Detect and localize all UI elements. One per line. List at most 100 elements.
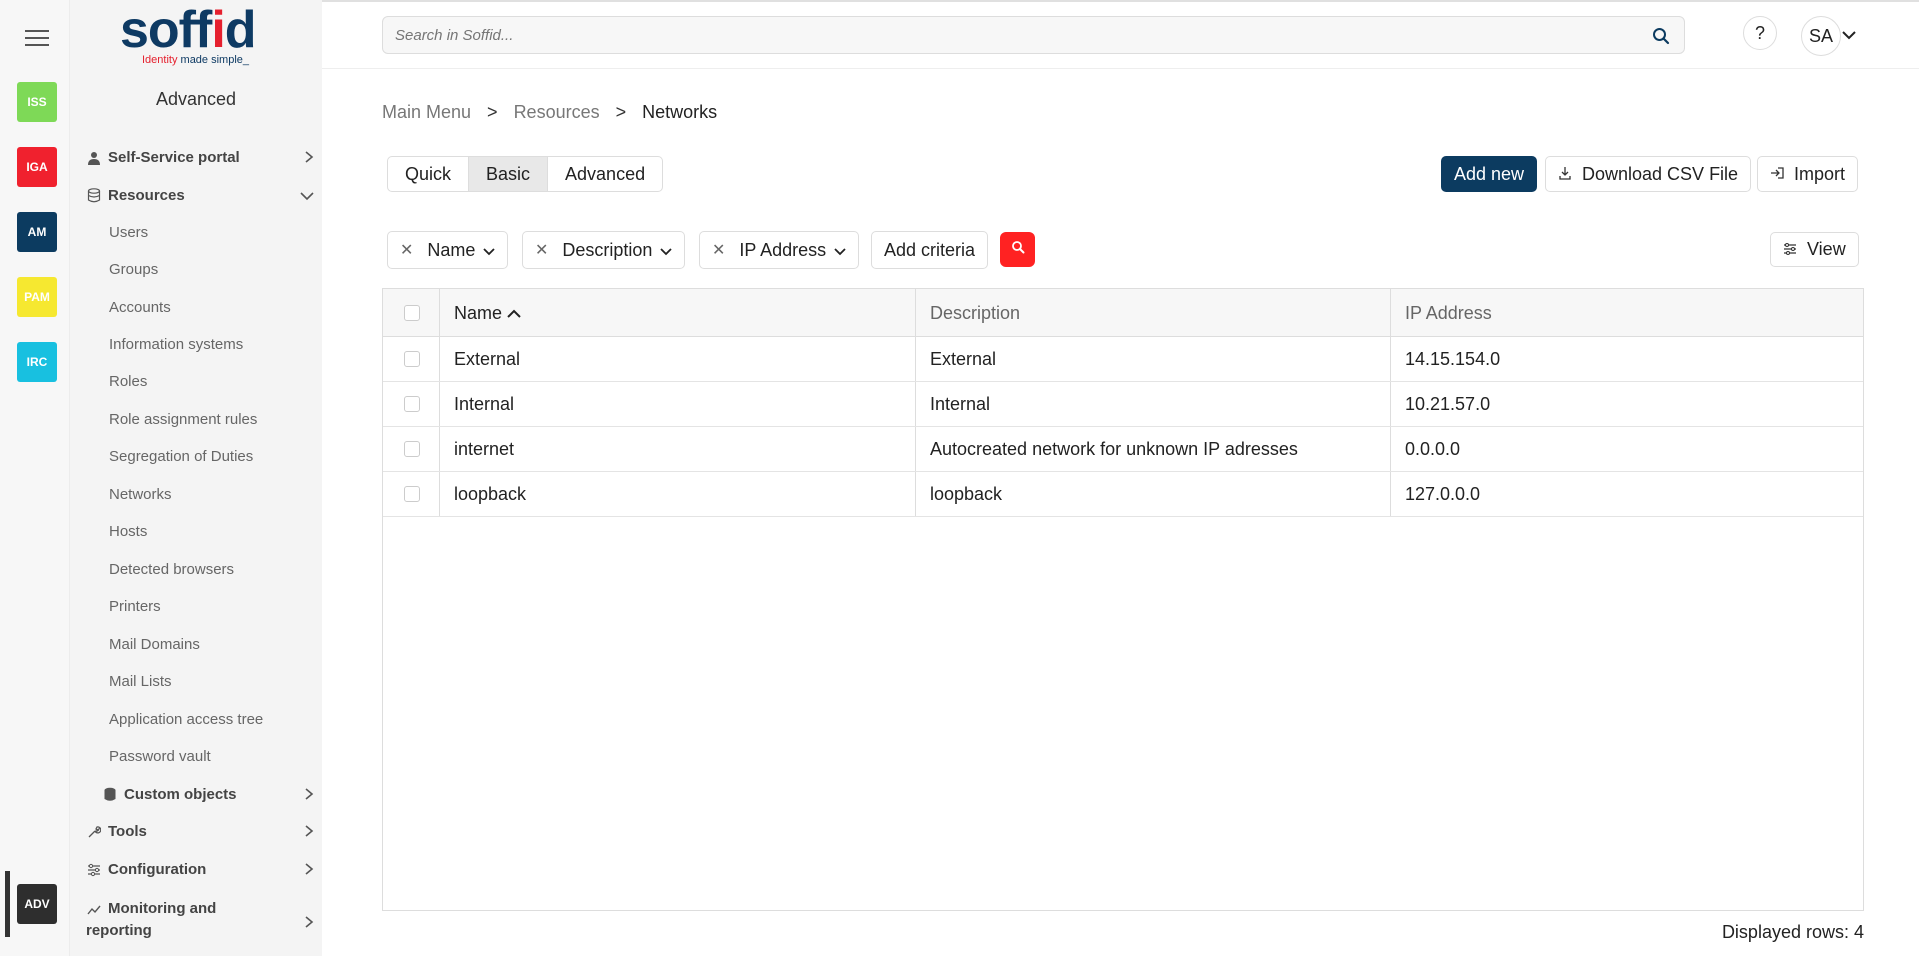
column-header-ip-address[interactable]: IP Address: [1405, 289, 1492, 337]
soffid-logo: soffid Identity made simple_: [120, 1, 257, 66]
sort-ascending-icon: [507, 303, 521, 323]
app-irc-tile[interactable]: IRC: [17, 342, 57, 382]
sidebar-item-mail-lists[interactable]: Mail Lists: [109, 673, 172, 690]
cell-name: loopback: [454, 484, 527, 504]
add-criteria-button[interactable]: Add criteria: [871, 231, 989, 269]
cell-name: Internal: [454, 394, 515, 414]
sidebar-section-tools[interactable]: Tools: [86, 823, 314, 840]
tab-advanced[interactable]: Advanced: [548, 157, 662, 191]
remove-filter-icon[interactable]: ✕: [535, 240, 548, 260]
trend-chart-icon: [86, 902, 102, 918]
sidebar-item-password-vault[interactable]: Password vault: [109, 748, 211, 765]
wrench-icon: [86, 824, 102, 840]
import-icon: [1770, 166, 1784, 183]
app-iga-tile[interactable]: IGA: [17, 147, 57, 187]
search-icon: [1011, 240, 1025, 259]
sidebar-section-resources[interactable]: Resources: [86, 187, 314, 204]
search-icon[interactable]: [1652, 27, 1670, 50]
chevron-down-icon: [300, 188, 314, 204]
chevron-right-icon: [304, 824, 314, 840]
sidebar-item-detected-browsers[interactable]: Detected browsers: [109, 561, 234, 578]
help-button[interactable]: ?: [1743, 16, 1777, 50]
cell-description: Internal: [930, 394, 991, 414]
column-header-name[interactable]: Name: [454, 289, 521, 337]
table-row[interactable]: internet Autocreated network for unknown…: [383, 427, 1863, 472]
sidebar-section-configuration[interactable]: Configuration: [86, 861, 314, 878]
breadcrumb: Main Menu > Resources > Networks: [382, 102, 717, 123]
sidebar-item-accounts[interactable]: Accounts: [109, 299, 171, 316]
app-iss-tile[interactable]: ISS: [17, 82, 57, 122]
select-all-checkbox[interactable]: [404, 305, 420, 321]
tab-quick[interactable]: Quick: [388, 157, 470, 191]
user-avatar[interactable]: SA: [1801, 16, 1841, 56]
row-checkbox[interactable]: [404, 486, 420, 502]
chevron-down-icon: [483, 240, 496, 261]
cell-description: External: [930, 349, 997, 369]
table-header: Name Description IP Address: [383, 289, 1863, 337]
row-checkbox[interactable]: [404, 351, 420, 367]
cell-ip-address: 10.21.57.0: [1405, 394, 1491, 414]
table-row[interactable]: External External 14.15.154.0: [383, 337, 1863, 382]
chevron-down-icon: [834, 240, 846, 261]
chevron-down-icon: [660, 240, 673, 261]
active-app-marker: [5, 871, 10, 937]
sidebar-title: Advanced: [155, 89, 237, 109]
table-row[interactable]: Internal Internal 10.21.57.0: [383, 382, 1863, 427]
search-mode-tabs: Quick Basic Advanced: [387, 156, 664, 192]
sidebar-item-roles[interactable]: Roles: [109, 373, 147, 390]
app-am-tile[interactable]: AM: [17, 212, 57, 252]
sidebar-item-mail-domains[interactable]: Mail Domains: [109, 636, 200, 653]
tab-basic[interactable]: Basic: [469, 157, 549, 191]
table-row[interactable]: loopback loopback 127.0.0.0: [383, 472, 1863, 517]
breadcrumb-resources[interactable]: Resources: [514, 102, 600, 123]
sliders-icon: [1783, 242, 1797, 258]
sidebar-item-networks[interactable]: Networks: [109, 486, 172, 503]
row-checkbox[interactable]: [404, 396, 420, 412]
download-csv-button[interactable]: Download CSV File: [1545, 156, 1752, 192]
import-button[interactable]: Import: [1757, 156, 1859, 192]
add-new-button[interactable]: Add new: [1441, 156, 1538, 192]
row-checkbox[interactable]: [404, 441, 420, 457]
app-rail: ISS IGA AM PAM IRC ADV: [0, 0, 70, 956]
sidebar-item-users[interactable]: Users: [109, 224, 148, 241]
user-icon: [86, 150, 102, 166]
app-adv-tile[interactable]: ADV: [17, 884, 57, 924]
sidebar-item-hosts[interactable]: Hosts: [109, 523, 147, 540]
breadcrumb-separator: >: [615, 102, 627, 122]
sliders-icon: [86, 862, 102, 878]
view-button[interactable]: View: [1770, 232, 1859, 267]
chevron-right-icon: [304, 150, 314, 166]
sidebar-item-role-assignment-rules[interactable]: Role assignment rules: [109, 411, 257, 428]
cell-name: External: [454, 349, 521, 369]
cell-ip-address: 0.0.0.0: [1405, 439, 1461, 459]
search-input[interactable]: [383, 17, 1623, 53]
displayed-rows-count: Displayed rows: 4: [1721, 922, 1864, 942]
cell-ip-address: 127.0.0.0: [1405, 484, 1481, 504]
remove-filter-icon[interactable]: ✕: [712, 240, 725, 260]
sidebar-section-monitoring[interactable]: Monitoring and reporting: [86, 898, 314, 942]
column-header-description[interactable]: Description: [930, 289, 1020, 337]
run-search-button[interactable]: [1000, 232, 1035, 267]
remove-filter-icon[interactable]: ✕: [400, 240, 413, 260]
chevron-down-icon[interactable]: [1842, 27, 1856, 45]
sidebar-item-groups[interactable]: Groups: [109, 261, 158, 278]
cell-name: internet: [454, 439, 515, 459]
header-divider: [322, 68, 1919, 69]
global-search: [382, 16, 1685, 54]
sidebar-item-information-systems[interactable]: Information systems: [109, 336, 243, 353]
filter-ip-address-chip[interactable]: ✕ IP Address: [699, 231, 860, 269]
filter-description-chip[interactable]: ✕ Description: [522, 231, 686, 269]
chevron-right-icon: [304, 862, 314, 878]
sidebar-section-custom-objects[interactable]: Custom objects: [102, 786, 314, 803]
sidebar-item-segregation-of-duties[interactable]: Segregation of Duties: [109, 448, 253, 465]
database-icon: [86, 188, 102, 204]
cell-description: Autocreated network for unknown IP adres…: [930, 439, 1298, 459]
breadcrumb-main-menu[interactable]: Main Menu: [382, 102, 471, 123]
sidebar-section-self-service[interactable]: Self-Service portal: [86, 149, 314, 166]
app-pam-tile[interactable]: PAM: [17, 277, 57, 317]
sidebar-item-printers[interactable]: Printers: [109, 598, 161, 615]
sidebar-item-application-access-tree[interactable]: Application access tree: [109, 711, 263, 728]
filter-name-chip[interactable]: ✕ Name: [387, 231, 509, 269]
cell-ip-address: 14.15.154.0: [1405, 349, 1501, 369]
menu-icon[interactable]: [25, 30, 49, 48]
